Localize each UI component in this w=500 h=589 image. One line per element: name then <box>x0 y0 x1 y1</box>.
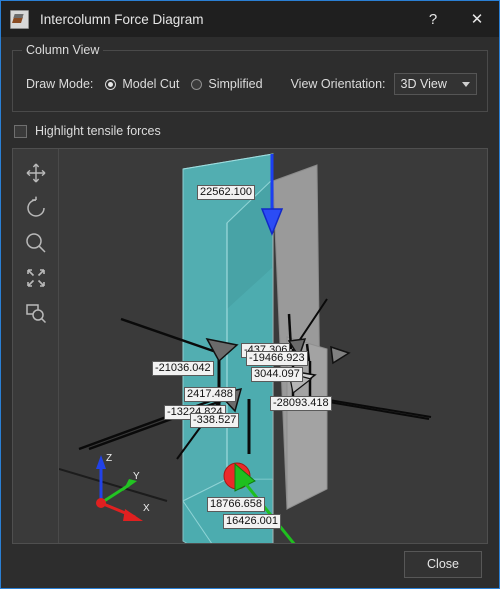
force-label-mid-shear: -338.527 <box>190 413 240 428</box>
close-button[interactable]: Close <box>404 550 482 578</box>
force-label-left-shear: -21036.042 <box>152 361 214 376</box>
force-label-mid-moment: 2417.488 <box>184 387 236 402</box>
column-view-group: Column View Draw Mode: Model Cut Simplif… <box>12 43 488 112</box>
force-label-bottom-shear: 16426.001 <box>223 514 281 529</box>
help-icon[interactable]: ? <box>411 1 455 37</box>
force-label-right-shear: -28093.418 <box>270 396 332 411</box>
dialog-body: Column View Draw Mode: Model Cut Simplif… <box>1 43 499 138</box>
highlight-tensile-forces-checkbox[interactable]: Highlight tensile forces <box>14 124 488 138</box>
close-icon[interactable]: ✕ <box>455 1 499 37</box>
chevron-down-icon <box>462 81 470 87</box>
zoom-window-tool-icon[interactable] <box>13 295 59 330</box>
view-orientation-value: 3D View <box>400 77 447 91</box>
svg-text:Y: Y <box>133 471 140 482</box>
draw-mode-row: Draw Mode: Model Cut Simplified View Ori… <box>26 73 477 95</box>
force-label-bottom-axial: 18766.658 <box>207 497 265 512</box>
view-orientation-label: View Orientation: <box>290 77 386 91</box>
radio-simplified[interactable]: Simplified <box>191 77 263 91</box>
rotate-tool-icon[interactable] <box>13 190 59 225</box>
radio-model-cut-indicator[interactable] <box>105 78 117 90</box>
column-view-group-title: Column View <box>22 43 104 57</box>
radio-simplified-indicator[interactable] <box>191 78 203 90</box>
highlight-tensile-forces-box[interactable] <box>14 124 27 138</box>
model-canvas[interactable]: Z Y X 22562.100 -21036.042 -437.306 -194… <box>59 149 487 543</box>
view-orientation-select[interactable]: 3D View <box>393 73 477 95</box>
window-title: Intercolumn Force Diagram <box>40 11 204 27</box>
force-label-top-axial: 22562.100 <box>197 185 255 200</box>
svg-text:X: X <box>143 503 150 514</box>
model-viewport[interactable]: Z Y X 22562.100 -21036.042 -437.306 -194… <box>12 148 488 544</box>
intercolumn-force-diagram-dialog: Intercolumn Force Diagram ? ✕ Column Vie… <box>0 0 500 589</box>
fit-to-window-tool-icon[interactable] <box>13 260 59 295</box>
force-label-right-moment: 3044.097 <box>251 367 303 382</box>
force-label-upper-right-axial: -19466.923 <box>246 351 308 366</box>
zoom-tool-icon[interactable] <box>13 225 59 260</box>
radio-model-cut[interactable]: Model Cut <box>105 77 179 91</box>
radio-model-cut-label: Model Cut <box>122 77 180 91</box>
viewport-toolbar <box>13 149 59 543</box>
column-model-icon <box>10 9 29 29</box>
svg-text:Z: Z <box>106 453 112 464</box>
radio-simplified-label: Simplified <box>208 77 263 91</box>
dialog-footer: Close <box>1 540 499 588</box>
highlight-tensile-forces-label: Highlight tensile forces <box>35 124 161 138</box>
title-bar: Intercolumn Force Diagram ? ✕ <box>1 1 499 37</box>
pan-tool-icon[interactable] <box>13 155 59 190</box>
draw-mode-label: Draw Mode: <box>26 77 94 91</box>
